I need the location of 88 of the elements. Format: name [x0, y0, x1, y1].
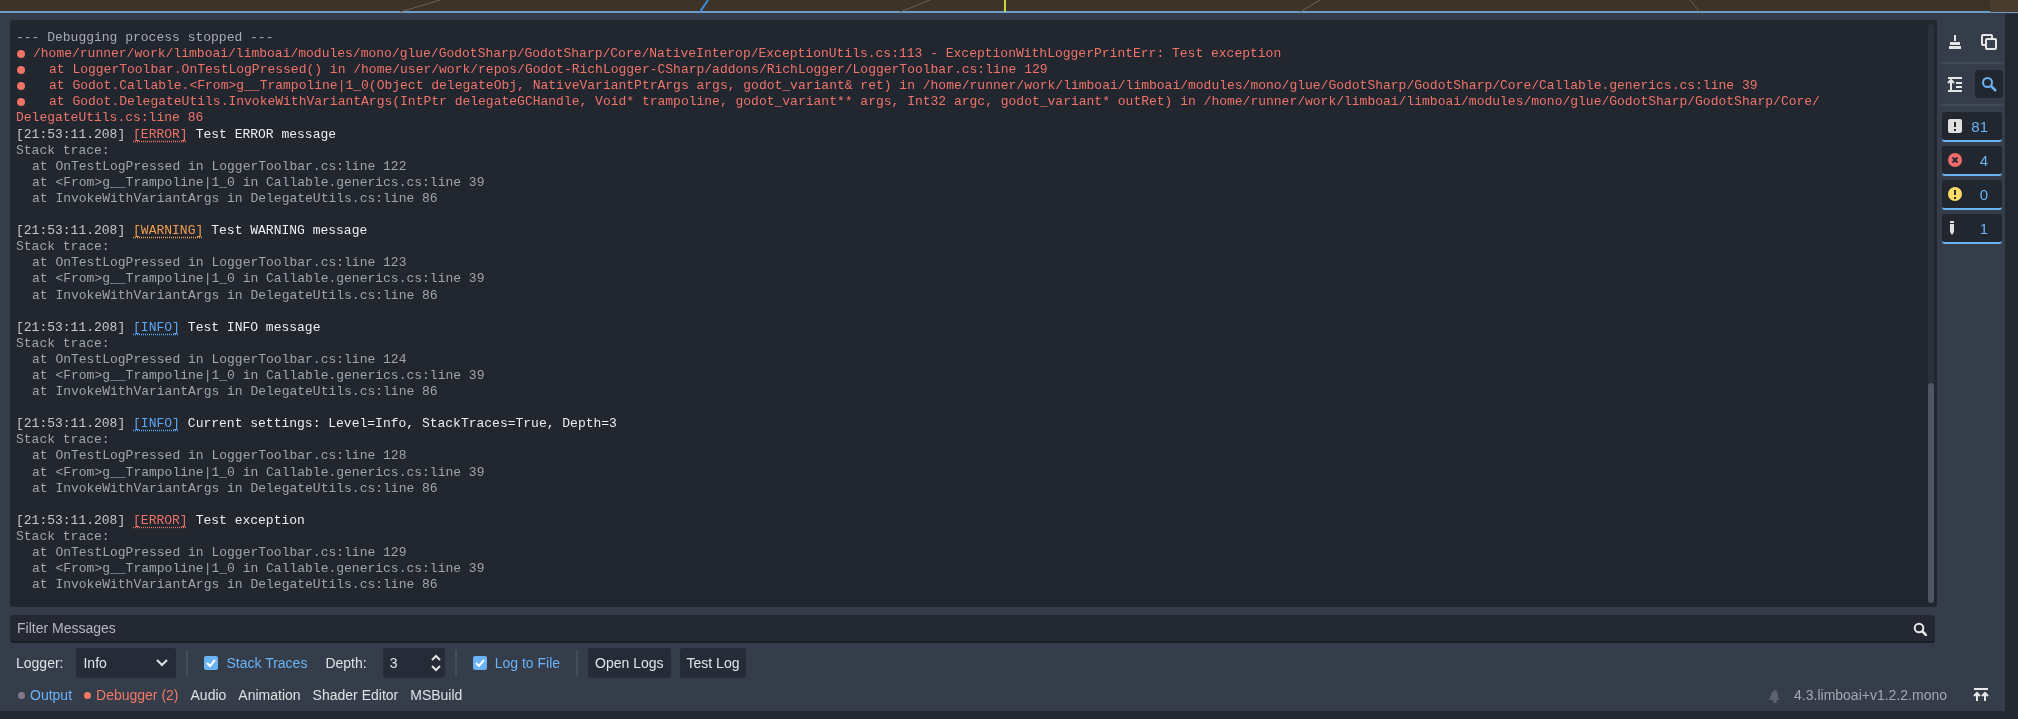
panel-tab[interactable]: Shader Editor	[308, 682, 407, 708]
timestamp: [21:53:11.208]	[16, 319, 126, 336]
stack-frame: at InvokeWithVariantArgs in DelegateUtils.cs:line 86	[16, 287, 438, 304]
panel-tab[interactable]: Debugger (2)	[80, 682, 187, 708]
level-tag: [ERROR]	[133, 512, 188, 529]
stack-frame: at OnTestLogPressed in LoggerToolbar.cs:line 123	[16, 255, 407, 272]
timestamp: [21:53:11.208]	[16, 126, 126, 143]
filter-toggle[interactable]: 1	[1942, 214, 2002, 244]
log-line: Stack trace:	[16, 335, 110, 352]
error-line: at Godot.Callable.<From>g__Trampoline|1_0(Object delegateObj, NativeVariantPtrArgs args, godot_variant& ret) in /home/runner/work/limboai/limboai/modules/mono/glue/GodotSharp/GodotSharp/Core/Callable.generics.cs:line 39	[48, 78, 1758, 95]
stack-frame: at OnTestLogPressed in LoggerToolbar.cs:line 122	[16, 158, 407, 175]
panel-tab[interactable]: Audio	[186, 682, 235, 708]
stack-frame: at InvokeWithVariantArgs in DelegateUtils.cs:line 86	[16, 190, 438, 208]
log-line: Stack trace:	[16, 432, 110, 449]
filter-toggle[interactable]: 81	[1942, 112, 2002, 142]
log-line: Stack trace:	[16, 142, 110, 159]
toolbar-button[interactable]: Open Logs	[588, 648, 671, 678]
spin-arrows-icon	[429, 654, 442, 672]
bullet-icon	[17, 66, 25, 75]
depth-label: Depth:	[325, 655, 367, 671]
bell-icon	[1766, 687, 1783, 703]
level-dropdown[interactable]: Info	[76, 648, 177, 678]
stack-frame: at <From>g__Trampoline|1_0 in Callable.generics.cs:line 39	[16, 174, 485, 191]
stack-frame: at OnTestLogPressed in LoggerToolbar.cs:line 129	[16, 545, 407, 562]
error-line: DelegateUtils.cs:line 86	[16, 110, 204, 127]
log-to-file-toggle[interactable]: Log to File	[466, 648, 567, 678]
chevron-down-icon	[156, 659, 169, 667]
level-tag: [ERROR]	[133, 126, 188, 143]
expand-panel-button[interactable]	[1973, 688, 1989, 702]
level-tag: [WARNING]	[133, 223, 204, 240]
copy-icon	[1981, 34, 1997, 50]
stack-frame: at OnTestLogPressed in LoggerToolbar.cs:line 124	[16, 351, 407, 368]
bullet-icon	[17, 82, 25, 91]
checkbox[interactable]	[472, 656, 487, 670]
log-message: Test exception	[195, 512, 305, 529]
check-icon	[205, 657, 218, 669]
level-tag: [INFO]	[133, 319, 180, 336]
broom-icon	[1947, 34, 1963, 50]
depth-spinbox[interactable]: 3	[382, 648, 445, 678]
logger-label: Logger:	[16, 655, 64, 671]
search-icon	[1981, 76, 1997, 92]
error-line: /home/runner/work/limboai/limboai/modules/mono/glue/GodotSharp/GodotSharp/Core/NativeInterop/ExceptionUtils.cs:113 - ExceptionWithLoggerPrintErr: Test exception	[33, 46, 1282, 63]
log-line: --- Debugging process stopped ---	[16, 30, 274, 47]
stack-frame: at InvokeWithVariantArgs in DelegateUtils.cs:line 86	[16, 480, 438, 497]
stack-frame: at <From>g__Trampoline|1_0 in Callable.generics.cs:line 39	[16, 561, 485, 578]
panel-tab[interactable]: MSBuild	[406, 682, 471, 708]
pencil-icon	[1948, 221, 1956, 235]
error-line: at Godot.DelegateUtils.InvokeWithVariantArgs(IntPtr delegateGCHandle, Void* trampoline, godot_variant** args, Int32 argc, godot_variant* outRet) in /home/runner/work/limboai/limboai/modules/mono/glue/GodotSharp/GodotSharp/Core/	[48, 94, 1820, 111]
filter-toggle[interactable]: 0	[1942, 180, 2002, 210]
check-icon	[473, 657, 486, 669]
search-icon	[1913, 622, 1927, 636]
log-message: Test ERROR message	[195, 126, 337, 143]
log-message: Current settings: Level=Info, StackTraces=True, Depth=3	[187, 416, 617, 433]
panel-tab[interactable]: Output	[14, 682, 81, 708]
bullet-icon	[17, 98, 25, 107]
level-tag: [INFO]	[133, 416, 180, 433]
stack-frame: at OnTestLogPressed in LoggerToolbar.cs:line 128	[16, 448, 407, 465]
filter-toggle[interactable]: 4	[1942, 146, 2002, 176]
timestamp: [21:53:11.208]	[16, 416, 126, 433]
bullet-icon	[17, 50, 25, 59]
log-line: Stack trace:	[16, 528, 110, 545]
stack-frame: at <From>g__Trampoline|1_0 in Callable.generics.cs:line 39	[16, 367, 485, 385]
timestamp: [21:53:11.208]	[16, 223, 126, 240]
search-toggle[interactable]	[1975, 70, 2003, 98]
scrollbar[interactable]	[1928, 24, 1934, 603]
stack-frame: at InvokeWithVariantArgs in DelegateUtils.cs:line 86	[16, 577, 438, 594]
checkbox-label: Log to File	[494, 655, 561, 671]
filter-field[interactable]: Filter Messages	[10, 615, 1935, 643]
stack-frame: at <From>g__Trampoline|1_0 in Callable.generics.cs:line 39	[16, 271, 485, 288]
stack-traces-toggle[interactable]: Stack Traces	[198, 648, 314, 678]
toolbar-button[interactable]: Test Log	[679, 648, 747, 678]
error-line: at LoggerToolbar.OnTestLogPressed() in /home/user/work/repos/Godot-RichLogger-CSharp/addons/RichLogger/LoggerToolbar.cs:line 129	[48, 62, 1048, 79]
log-message: Test WARNING message	[211, 223, 368, 240]
checkbox[interactable]	[204, 656, 219, 670]
log-message: Test INFO message	[187, 319, 321, 336]
collapse-icon	[1947, 76, 1963, 92]
log-line: Stack trace:	[16, 239, 110, 256]
panel-tab[interactable]: Animation	[234, 682, 309, 708]
timestamp: [21:53:11.208]	[16, 512, 126, 529]
error-icon	[1948, 153, 1962, 167]
expand-icon	[1973, 688, 1989, 702]
message-icon	[1948, 119, 1962, 133]
warning-icon	[1948, 187, 1962, 201]
version-label: 4.3.limboai+v1.2.2.mono	[1794, 687, 1947, 703]
stack-frame: at InvokeWithVariantArgs in DelegateUtils.cs:line 86	[16, 384, 438, 401]
checkbox-label: Stack Traces	[226, 655, 308, 671]
scrollbar-thumb[interactable]	[1928, 382, 1934, 603]
stack-frame: at <From>g__Trampoline|1_0 in Callable.generics.cs:line 39	[16, 464, 485, 481]
